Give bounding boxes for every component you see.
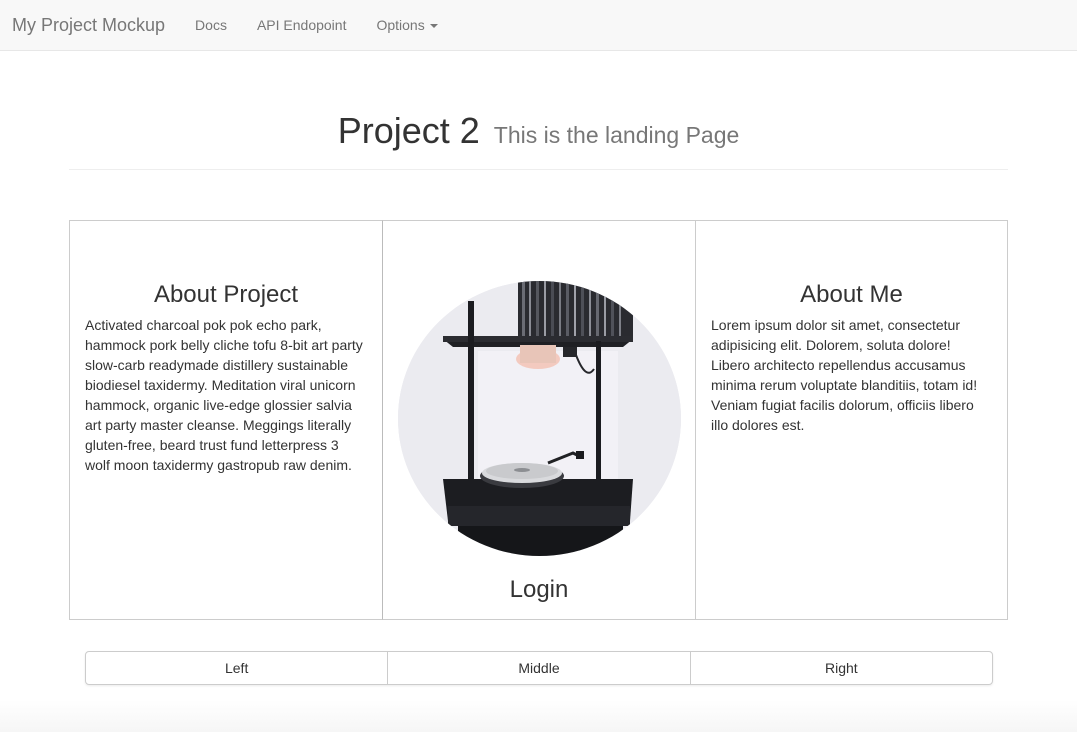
record-player-illustration [398,281,681,556]
page-subtitle: This is the landing Page [493,122,740,148]
about-project-heading: About Project [153,281,299,308]
page-header: Project 2 This is the landing Page [69,100,1008,170]
middle-button[interactable]: Middle [387,651,691,685]
left-button[interactable]: Left [85,651,389,685]
record-player-image [398,281,681,556]
nav-link-docs[interactable]: Docs [180,0,242,50]
vinyl-records [518,281,633,339]
right-button[interactable]: Right [689,651,993,685]
login-panel: Login [382,220,696,620]
nav-link-api-endpoint[interactable]: API Endopoint [242,0,362,50]
page-title-text: Project 2 [337,110,480,151]
page-title: Project 2 This is the landing Page [69,100,1008,166]
navbar: My Project Mockup Docs API Endopoint Opt… [0,0,1077,51]
nav-dropdown-options[interactable]: Options [361,0,452,50]
about-me-heading: About Me [800,281,903,308]
panel-row: About Project Activated charcoal pok pok… [69,220,1009,620]
about-project-panel: About Project Activated charcoal pok pok… [69,220,383,620]
nav-dropdown-options-label: Options [376,17,425,33]
bottom-fade [0,700,1077,732]
button-group: Left Middle Right [85,651,993,685]
login-link[interactable]: Login [383,576,695,604]
brand-link[interactable]: My Project Mockup [0,0,180,50]
about-project-text: Activated charcoal pok pok echo park, ha… [85,317,363,473]
about-me-text: Lorem ipsum dolor sit amet, consectetur … [711,317,978,433]
caret-down-icon [429,24,438,29]
about-me-panel: About Me Lorem ipsum dolor sit amet, con… [695,220,1008,620]
